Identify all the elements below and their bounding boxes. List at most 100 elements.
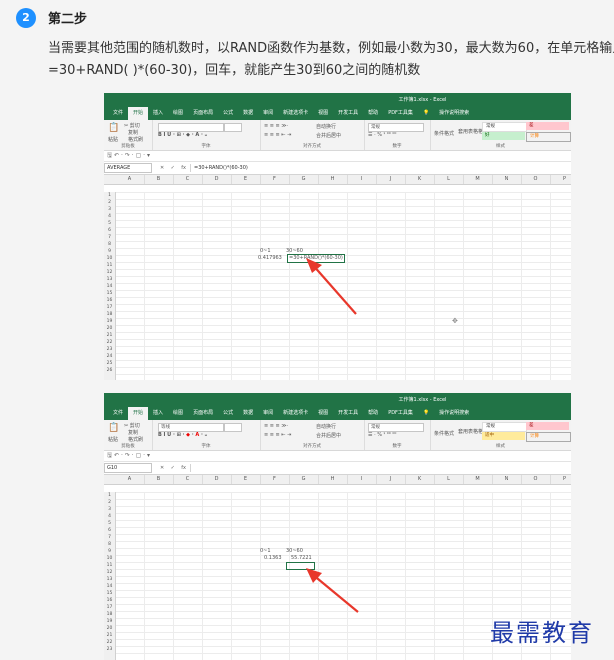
column-header[interactable]: F <box>260 475 290 484</box>
column-header[interactable]: H <box>318 475 348 484</box>
row-header[interactable]: 23 <box>104 646 115 653</box>
copy-button[interactable]: 复制 <box>128 429 138 436</box>
enter-icon[interactable]: ✓ <box>171 465 175 471</box>
column-header[interactable]: B <box>144 175 174 184</box>
function-icon[interactable]: fx <box>181 465 186 471</box>
tab-formulas[interactable]: 公式 <box>218 407 238 420</box>
column-header[interactable]: E <box>231 475 261 484</box>
row-header[interactable]: 3 <box>104 206 115 213</box>
tab-home[interactable]: 开始 <box>128 107 149 120</box>
row-header[interactable]: 12 <box>104 269 115 276</box>
save-icon[interactable]: 🖫 <box>107 152 112 159</box>
redo-icon[interactable]: ↷ <box>125 452 130 459</box>
row-header[interactable]: 18 <box>104 311 115 318</box>
column-header[interactable]: E <box>231 175 261 184</box>
row-header[interactable]: 1 <box>104 192 115 199</box>
tab-pdf-tools[interactable]: PDF工具集 <box>383 407 418 420</box>
bold-button[interactable]: B I U · ⊞ · ◆ · A · ᵤ <box>158 432 207 438</box>
tab-insert[interactable]: 插入 <box>148 407 168 420</box>
row-header[interactable]: 25 <box>104 360 115 367</box>
row-header[interactable]: 23 <box>104 346 115 353</box>
row-header[interactable]: 4 <box>104 213 115 220</box>
style-calculation[interactable]: 计算 <box>526 432 571 442</box>
cut-button[interactable]: ✂ 剪切 <box>124 422 140 429</box>
undo-icon[interactable]: ↶ <box>114 452 119 459</box>
tab-insert[interactable]: 插入 <box>148 107 168 120</box>
tab-draw[interactable]: 绘图 <box>168 107 188 120</box>
column-header[interactable]: B <box>144 475 174 484</box>
font-name-box[interactable] <box>158 123 224 132</box>
row-header[interactable]: 20 <box>104 625 115 632</box>
align-buttons[interactable]: ≡ ≡ ≡ ≫· <box>264 423 288 429</box>
enter-icon[interactable]: ✓ <box>171 165 175 171</box>
style-bad[interactable]: 差 <box>526 122 569 130</box>
column-header[interactable]: K <box>405 175 435 184</box>
style-normal[interactable]: 常规 <box>482 422 527 432</box>
column-header[interactable]: O <box>521 475 551 484</box>
style-neutral[interactable]: 适中 <box>482 432 525 440</box>
tab-new-tab[interactable]: 新建选项卡 <box>278 407 313 420</box>
row-header[interactable]: 24 <box>104 353 115 360</box>
font-size-box[interactable] <box>224 423 242 432</box>
row-header[interactable]: 21 <box>104 632 115 639</box>
row-header[interactable]: 15 <box>104 290 115 297</box>
tab-file[interactable]: 文件 <box>108 107 128 120</box>
save-icon[interactable]: 🖫 <box>107 452 112 459</box>
paste-button[interactable]: 粘贴 <box>108 436 118 443</box>
cell-g9-value[interactable]: 55.7221 <box>291 555 312 562</box>
column-header[interactable]: D <box>202 475 232 484</box>
merge-center-button[interactable]: 合并后居中 <box>316 132 341 139</box>
style-bad[interactable]: 差 <box>526 422 569 430</box>
number-buttons[interactable]: ☰ · % ❜ ⁰⁰ ⁰⁰ <box>368 132 396 138</box>
align-buttons-2[interactable]: ≡ ≡ ≡ ⇤ ⇥ <box>264 132 291 138</box>
cell-f9-value[interactable]: 0.417963 <box>258 255 282 262</box>
cell-f8-label[interactable]: 0~1 <box>260 248 271 255</box>
column-header[interactable]: L <box>434 175 464 184</box>
column-header[interactable]: J <box>376 175 406 184</box>
column-header[interactable]: A <box>115 175 145 184</box>
column-header[interactable]: D <box>202 175 232 184</box>
tab-review[interactable]: 审阅 <box>258 107 278 120</box>
paste-icon[interactable]: 📋 <box>108 423 119 433</box>
cell-g8-label[interactable]: 30~60 <box>286 548 303 555</box>
row-header[interactable]: 16 <box>104 597 115 604</box>
tab-data[interactable]: 数据 <box>238 407 258 420</box>
row-header[interactable]: 6 <box>104 227 115 234</box>
cell-f8-label[interactable]: 0~1 <box>260 548 271 555</box>
row-header[interactable]: 17 <box>104 604 115 611</box>
tab-help[interactable]: 帮助 <box>363 407 383 420</box>
tab-page-layout[interactable]: 页面布局 <box>188 107 218 120</box>
conditional-format-button[interactable]: 条件格式 <box>434 430 454 437</box>
font-color-icon[interactable]: A <box>195 432 199 438</box>
tab-page-layout[interactable]: 页面布局 <box>188 407 218 420</box>
row-header[interactable]: 15 <box>104 590 115 597</box>
column-header[interactable]: A <box>115 475 145 484</box>
column-header[interactable]: G <box>289 175 319 184</box>
column-header[interactable]: C <box>173 475 203 484</box>
column-header[interactable]: C <box>173 175 203 184</box>
column-header[interactable]: M <box>463 475 493 484</box>
row-header[interactable]: 7 <box>104 234 115 241</box>
row-header[interactable]: 12 <box>104 569 115 576</box>
paste-button[interactable]: 粘贴 <box>108 136 118 143</box>
font-name-box[interactable]: 等线 <box>158 423 224 432</box>
row-header[interactable]: 18 <box>104 611 115 618</box>
tell-me-search[interactable]: 操作说明搜索 <box>434 107 474 120</box>
wrap-text-button[interactable]: 自动换行 <box>316 423 336 430</box>
tab-data[interactable]: 数据 <box>238 107 258 120</box>
column-header[interactable]: N <box>492 475 522 484</box>
row-header[interactable]: 7 <box>104 534 115 541</box>
row-header[interactable]: 10 <box>104 255 115 262</box>
row-header[interactable]: 14 <box>104 583 115 590</box>
column-header[interactable]: P <box>550 175 571 184</box>
style-calculation[interactable]: 计算 <box>526 132 571 142</box>
row-header[interactable]: 11 <box>104 262 115 269</box>
row-header[interactable]: 2 <box>104 199 115 206</box>
row-header[interactable]: 19 <box>104 318 115 325</box>
formula-input[interactable] <box>190 464 571 472</box>
row-header[interactable]: 22 <box>104 639 115 646</box>
row-header[interactable]: 14 <box>104 283 115 290</box>
align-buttons-2[interactable]: ≡ ≡ ≡ ⇤ ⇥ <box>264 432 291 438</box>
bold-button[interactable]: B I U · ⊞ · ◆ · A · ᵤ <box>158 132 207 138</box>
column-header[interactable]: M <box>463 175 493 184</box>
